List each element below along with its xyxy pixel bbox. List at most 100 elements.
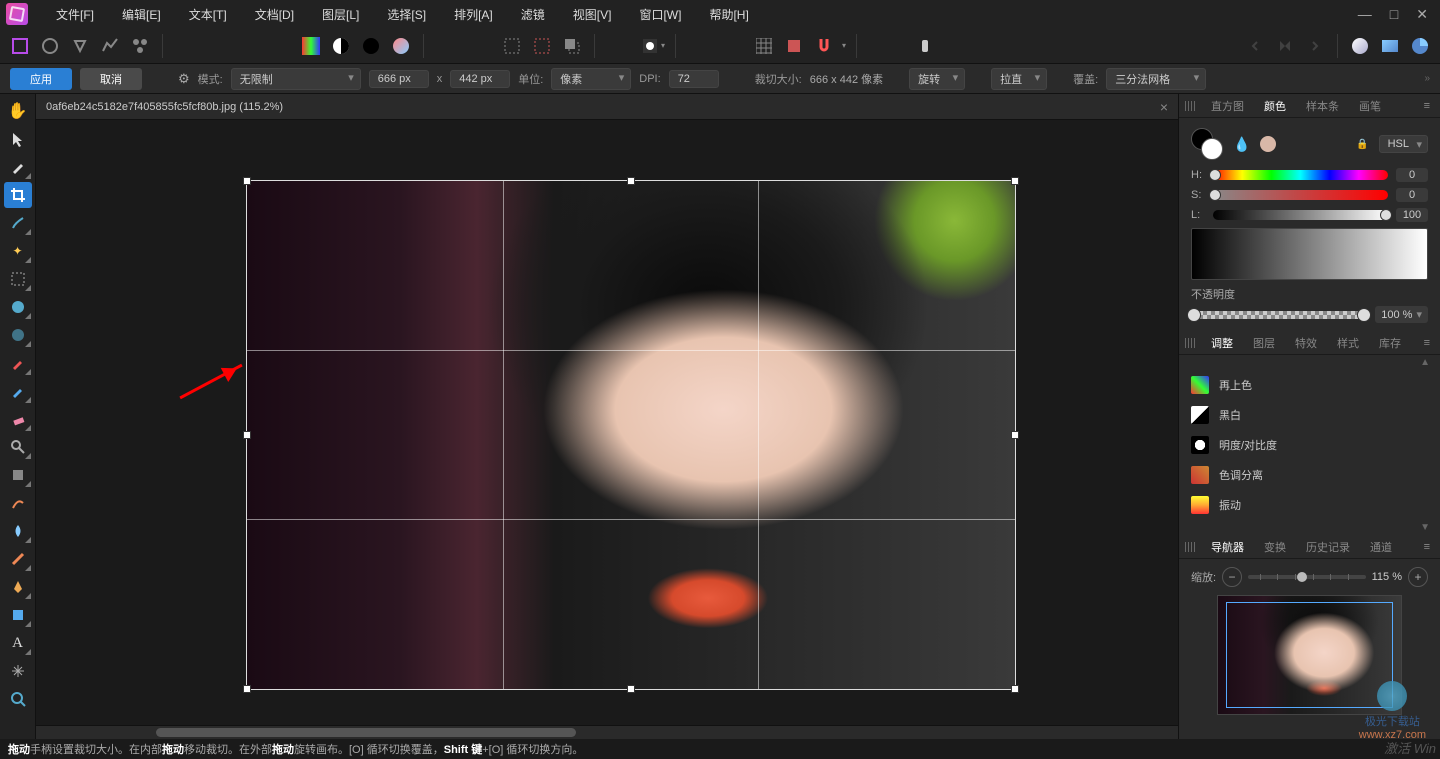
flood-tool[interactable] — [4, 294, 32, 320]
crop-handle-ml[interactable] — [243, 431, 251, 439]
horizontal-scrollbar[interactable] — [36, 725, 1178, 739]
crop-handle-tr[interactable] — [1011, 177, 1019, 185]
recent-color-chip[interactable] — [1260, 136, 1276, 152]
gradient-tool[interactable] — [4, 322, 32, 348]
crop-width-input[interactable]: 666 px — [369, 70, 429, 88]
opacity-slider[interactable] — [1191, 311, 1367, 319]
shape-circle-icon[interactable] — [1348, 34, 1372, 58]
close-icon[interactable]: ✕ — [1416, 6, 1428, 23]
crop-handle-bl[interactable] — [243, 685, 251, 693]
shape-tool[interactable] — [4, 602, 32, 628]
color-model-select[interactable]: HSL — [1379, 135, 1428, 153]
tab-swatches[interactable]: 样本条 — [1298, 95, 1347, 117]
selection-add-icon[interactable] — [530, 34, 554, 58]
persona-export-icon[interactable] — [128, 34, 152, 58]
tab-navigator[interactable]: 导航器 — [1203, 536, 1252, 558]
zoom-out-button[interactable]: − — [1222, 567, 1242, 587]
brush-tool[interactable] — [4, 210, 32, 236]
crop-handle-bm[interactable] — [627, 685, 635, 693]
shape-rect-icon[interactable] — [1378, 34, 1402, 58]
zoom-tool[interactable] — [4, 686, 32, 712]
adjustment-黑白[interactable]: 黑白 — [1179, 400, 1440, 430]
move-tool[interactable] — [4, 126, 32, 152]
text-tool[interactable]: A — [4, 630, 32, 656]
selection-sub-icon[interactable] — [560, 34, 584, 58]
opacity-value[interactable]: 100 % — [1375, 306, 1428, 323]
snap-icon[interactable] — [812, 34, 836, 58]
persona-tone-icon[interactable] — [98, 34, 122, 58]
panel-grip-icon[interactable] — [1185, 338, 1195, 348]
document-tab[interactable]: 0af6eb24c5182e7f405855fc5fcf80b.jpg (115… — [36, 94, 1178, 120]
menu-layer[interactable]: 图层[L] — [308, 2, 373, 27]
tab-adjust[interactable]: 调整 — [1203, 332, 1241, 354]
more-options-icon[interactable]: » — [1424, 73, 1430, 84]
crop-tool[interactable] — [4, 182, 32, 208]
cancel-button[interactable]: 取消 — [80, 68, 142, 90]
scroll-up-icon[interactable]: ▲ — [1420, 357, 1430, 368]
scroll-down-icon[interactable]: ▼ — [1420, 522, 1430, 533]
tab-histogram[interactable]: 直方图 — [1203, 95, 1252, 117]
image-canvas[interactable] — [246, 180, 1016, 690]
hue-slider[interactable] — [1213, 170, 1388, 180]
tab-channels[interactable]: 通道 — [1362, 536, 1400, 558]
crop-handle-br[interactable] — [1011, 685, 1019, 693]
hand-tool[interactable]: ✋ — [4, 98, 32, 124]
color-swatches[interactable] — [1191, 128, 1223, 160]
panel-grip-icon[interactable] — [1185, 542, 1195, 552]
color-picker-tool[interactable] — [4, 154, 32, 180]
tab-brushes[interactable]: 画笔 — [1351, 95, 1389, 117]
tab-transform[interactable]: 变换 — [1256, 536, 1294, 558]
crop-handle-mr[interactable] — [1011, 431, 1019, 439]
adjustment-明度/对比度[interactable]: 明度/对比度 — [1179, 430, 1440, 460]
panel-menu-icon[interactable]: ≡ — [1420, 337, 1434, 349]
sat-value[interactable]: 0 — [1396, 188, 1428, 202]
crop-handle-tm[interactable] — [627, 177, 635, 185]
prev-icon[interactable] — [1243, 34, 1267, 58]
eyedropper-icon[interactable]: 💧 — [1233, 136, 1250, 153]
quickmask-icon[interactable]: ▾ — [641, 34, 665, 58]
autocolor-icon[interactable] — [299, 34, 323, 58]
menu-document[interactable]: 文档[D] — [241, 2, 308, 27]
overlay-select[interactable]: 三分法网格 — [1106, 68, 1206, 90]
tab-styles[interactable]: 样式 — [1329, 332, 1367, 354]
panel-menu-icon[interactable]: ≡ — [1420, 541, 1434, 553]
magic-tool[interactable]: ✦ — [4, 238, 32, 264]
next-icon[interactable] — [1303, 34, 1327, 58]
mode-select[interactable]: 无限制 — [231, 68, 361, 90]
menu-help[interactable]: 帮助[H] — [695, 2, 762, 27]
zoom-slider[interactable] — [1248, 575, 1366, 579]
canvas-view[interactable] — [36, 120, 1178, 725]
blur-tool[interactable] — [4, 518, 32, 544]
clone-tool[interactable] — [4, 462, 32, 488]
menu-filter[interactable]: 滤镜 — [507, 2, 559, 27]
flip-h-icon[interactable] — [1273, 34, 1297, 58]
autocontrast-icon[interactable] — [329, 34, 353, 58]
grid-icon[interactable] — [752, 34, 776, 58]
marquee-tool[interactable] — [4, 266, 32, 292]
tab-stock[interactable]: 库存 — [1371, 332, 1409, 354]
autowb-icon[interactable] — [359, 34, 383, 58]
tab-color[interactable]: 颜色 — [1256, 95, 1294, 117]
menu-view[interactable]: 视图[V] — [559, 2, 626, 27]
erase-tool[interactable] — [4, 406, 32, 432]
adjustment-色调分离[interactable]: 色调分离 — [1179, 460, 1440, 490]
autolevels-icon[interactable] — [389, 34, 413, 58]
straighten-button[interactable]: 拉直 — [991, 68, 1047, 90]
crop-overlay[interactable] — [246, 180, 1016, 690]
crop-height-input[interactable]: 442 px — [450, 70, 510, 88]
tab-layers[interactable]: 图层 — [1245, 332, 1283, 354]
menu-file[interactable]: 文件[F] — [42, 2, 108, 27]
menu-edit[interactable]: 编辑[E] — [108, 2, 175, 27]
persona-photo-icon[interactable] — [8, 34, 32, 58]
menu-select[interactable]: 选择[S] — [373, 2, 440, 27]
unit-select[interactable]: 像素 — [551, 68, 631, 90]
menu-arrange[interactable]: 排列[A] — [440, 2, 507, 27]
shape-pie-icon[interactable] — [1408, 34, 1432, 58]
assistant-icon[interactable] — [913, 34, 937, 58]
panel-grip-icon[interactable] — [1185, 101, 1195, 111]
sharpen-tool[interactable] — [4, 546, 32, 572]
lig-value[interactable]: 100 — [1396, 208, 1428, 222]
lock-icon[interactable]: 🔒 — [1356, 139, 1368, 150]
adjustment-振动[interactable]: 振动 — [1179, 490, 1440, 520]
tab-fx[interactable]: 特效 — [1287, 332, 1325, 354]
